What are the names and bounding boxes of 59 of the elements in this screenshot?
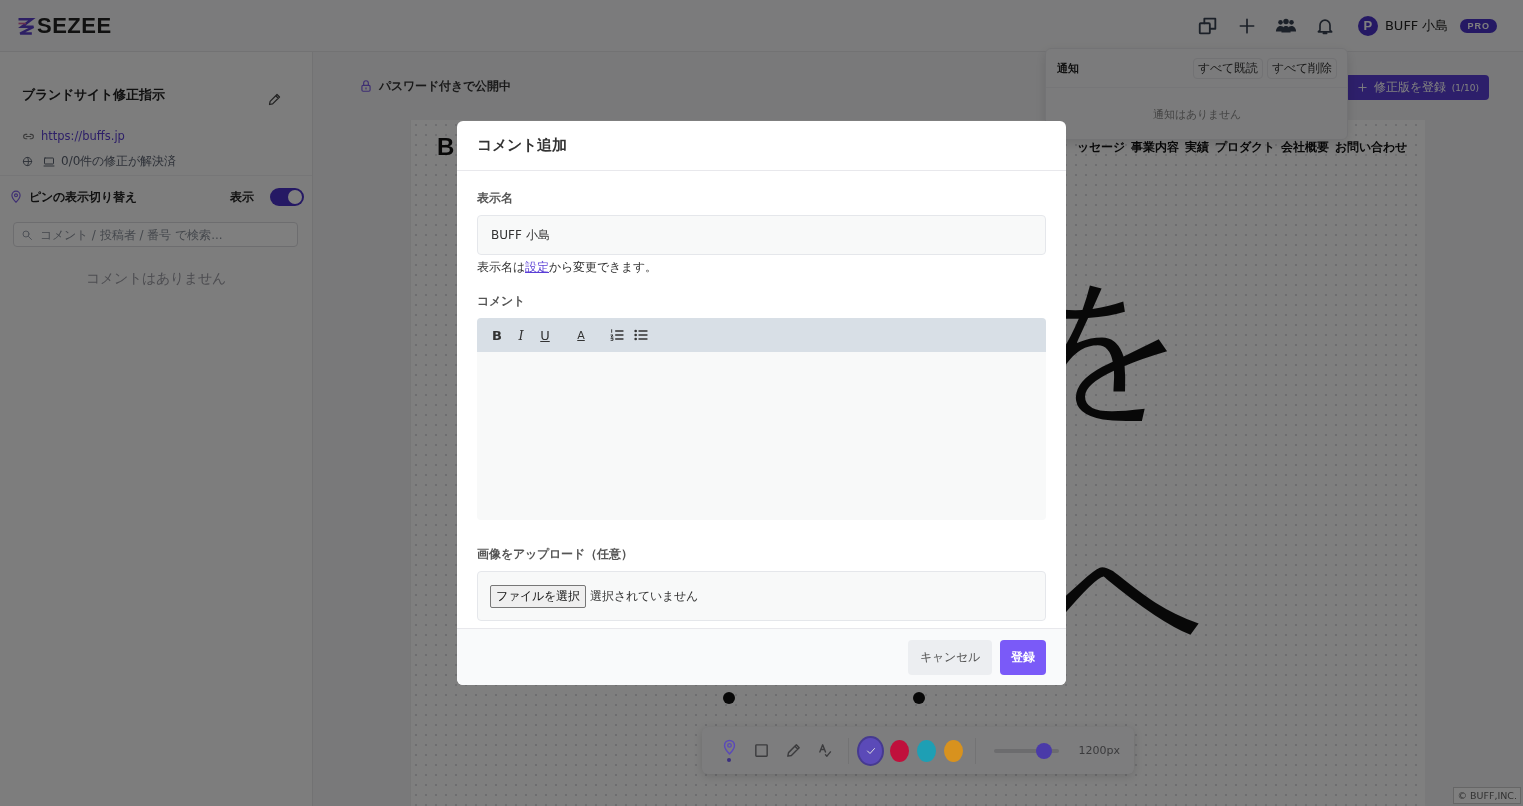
- settings-link[interactable]: 設定: [525, 260, 549, 274]
- logo: SEZEE: [37, 12, 112, 39]
- plan-badge: PRO: [1460, 18, 1497, 33]
- monitor-icon: [43, 155, 55, 168]
- search-icon: [21, 229, 33, 241]
- slider-thumb[interactable]: [1036, 742, 1053, 759]
- field-label: 画像をアップロード（任意）: [477, 546, 634, 563]
- resolved-status: 0/0件の修正が解決済: [61, 153, 177, 170]
- numbered-list-icon: [609, 327, 625, 343]
- file-status: 選択されていません: [590, 587, 698, 605]
- visibility-status: パスワード付きで公開中: [379, 78, 511, 94]
- color-swatch[interactable]: [917, 739, 937, 762]
- name-field[interactable]: BUFF 小島: [477, 215, 1046, 255]
- pin-toggle-label: ピンの表示切り替え: [29, 188, 137, 206]
- underline-button[interactable]: U: [533, 323, 557, 347]
- plus-icon: [1356, 82, 1368, 93]
- url-link[interactable]: https://buffs.jp: [41, 129, 125, 143]
- user-avatar[interactable]: P: [1357, 15, 1378, 36]
- panel-title: 通知: [1057, 60, 1080, 76]
- toggle-state: 表示: [230, 188, 254, 206]
- italic-button[interactable]: I: [509, 323, 533, 347]
- bold-button[interactable]: B: [485, 323, 509, 347]
- user-name[interactable]: BUFF 小島: [1384, 16, 1449, 35]
- pin-toggle[interactable]: [270, 188, 304, 206]
- field-label: コメント: [477, 293, 526, 310]
- pin-icon: [9, 190, 23, 204]
- width-label: 1200px: [1078, 744, 1120, 757]
- site-logo: B: [437, 133, 455, 161]
- site-nav-item[interactable]: 実績: [1185, 138, 1209, 156]
- pin-marker: [723, 692, 735, 704]
- textcheck-icon: [816, 742, 834, 759]
- dialog-title: コメント追加: [477, 136, 567, 155]
- site-nav-item[interactable]: お問い合わせ: [1335, 138, 1407, 156]
- pencil-icon: [784, 742, 802, 759]
- cancel-button[interactable]: キャンセル: [908, 639, 992, 675]
- globe-icon: [22, 156, 33, 167]
- color-swatch[interactable]: [944, 739, 964, 762]
- choose-file-button[interactable]: ファイルを選択: [490, 584, 586, 608]
- rect-icon: [752, 742, 770, 759]
- field-label: 表示名: [477, 190, 514, 207]
- bullet-list-icon: [633, 327, 649, 343]
- submit-button[interactable]: 登録: [1000, 639, 1046, 675]
- help-text: 表示名は: [477, 260, 525, 274]
- color-swatch[interactable]: [859, 737, 882, 764]
- site-nav-item[interactable]: ッセージ: [1077, 138, 1125, 156]
- text-color-button[interactable]: A: [569, 323, 593, 347]
- color-swatch[interactable]: [889, 739, 909, 762]
- site-nav-item[interactable]: プロダクト: [1215, 138, 1275, 156]
- notification-action[interactable]: すべて削除: [1267, 57, 1337, 79]
- notification-action[interactable]: すべて既読: [1193, 57, 1263, 79]
- project-title: ブランドサイト修正指示: [22, 85, 165, 104]
- logo-icon: [16, 15, 36, 36]
- copyright-label: © BUFF,INC.: [1453, 787, 1521, 804]
- help-text: から変更できます。: [549, 260, 657, 274]
- lock-icon: [359, 79, 373, 93]
- edit-icon[interactable]: [267, 92, 282, 107]
- site-nav-item[interactable]: 事業内容: [1131, 138, 1179, 156]
- site-nav-item[interactable]: 会社概要: [1281, 138, 1329, 156]
- pin-marker: [913, 692, 925, 704]
